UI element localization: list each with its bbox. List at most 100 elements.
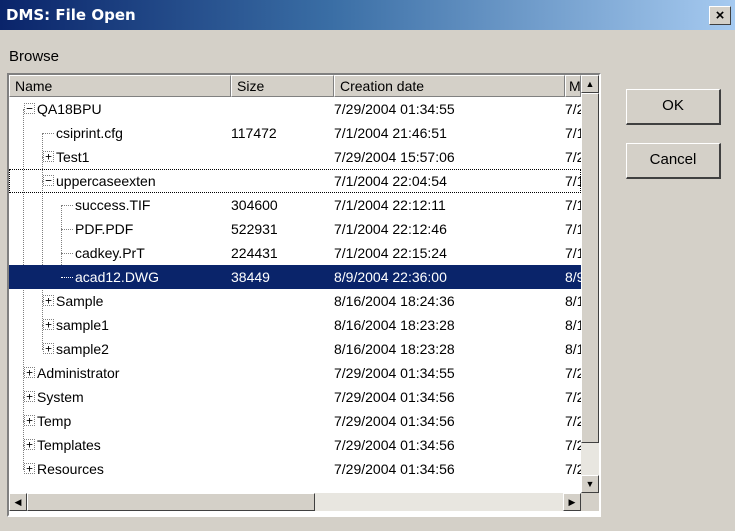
tree-row-date: 7/1/2004 22:15:24 bbox=[334, 245, 447, 261]
tree-row-modified: 7/1 bbox=[565, 245, 581, 261]
column-header-modified[interactable]: Mo bbox=[565, 75, 581, 97]
tree-row[interactable]: +Templates 7/29/2004 01:34:56 7/2 bbox=[9, 433, 581, 457]
expand-icon[interactable]: + bbox=[43, 319, 54, 330]
tree-row[interactable]: +Administrator 7/29/2004 01:34:55 7/2 bbox=[9, 361, 581, 385]
vertical-scrollbar[interactable]: ▲ ▼ bbox=[581, 75, 599, 493]
tree-row-modified: 7/2 bbox=[565, 437, 581, 453]
tree-row-modified: 7/2 bbox=[565, 413, 581, 429]
expand-icon[interactable]: + bbox=[24, 415, 35, 426]
column-header-creation-date[interactable]: Creation date bbox=[334, 75, 565, 97]
expand-icon[interactable]: + bbox=[24, 439, 35, 450]
tree-row-name: success.TIF bbox=[75, 197, 151, 213]
dialog-title: DMS: File Open bbox=[6, 6, 136, 24]
title-bar[interactable]: DMS: File Open × bbox=[0, 0, 735, 30]
tree-row-name: Temp bbox=[37, 413, 72, 429]
vertical-scroll-thumb[interactable] bbox=[581, 93, 599, 443]
tree-row-name: sample2 bbox=[56, 341, 109, 357]
tree-row[interactable]: +sample1 8/16/2004 18:23:28 8/1 bbox=[9, 313, 581, 337]
tree-row[interactable]: acad12.DWG 38449 8/9/2004 22:36:00 8/9 bbox=[9, 265, 581, 289]
tree-row-date: 7/29/2004 01:34:56 bbox=[334, 461, 455, 477]
tree-row-modified: 7/1 bbox=[565, 125, 581, 141]
tree-row[interactable]: csiprint.cfg 117472 7/1/2004 21:46:51 7/1 bbox=[9, 121, 581, 145]
tree-row-date: 7/29/2004 01:34:56 bbox=[334, 437, 455, 453]
expand-icon[interactable]: + bbox=[24, 367, 35, 378]
tree-row-modified: 7/1 bbox=[565, 173, 581, 189]
file-open-dialog: DMS: File Open × Browse Name Size Creati… bbox=[0, 0, 735, 531]
tree-row[interactable]: −uppercaseexten 7/1/2004 22:04:54 7/1 bbox=[9, 169, 581, 193]
tree-row[interactable]: +System 7/29/2004 01:34:56 7/2 bbox=[9, 385, 581, 409]
tree-row-name: Test1 bbox=[56, 149, 90, 165]
expand-icon[interactable]: + bbox=[24, 391, 35, 402]
close-button[interactable]: × bbox=[709, 6, 731, 25]
tree-row-modified: 7/2 bbox=[565, 365, 581, 381]
tree-row-modified: 7/2 bbox=[565, 389, 581, 405]
tree-row[interactable]: +sample2 8/16/2004 18:23:28 8/1 bbox=[9, 337, 581, 361]
tree-row-name: Sample bbox=[56, 293, 104, 309]
scroll-down-button[interactable]: ▼ bbox=[581, 475, 599, 493]
tree-row-date: 8/16/2004 18:24:36 bbox=[334, 293, 455, 309]
tree-row-modified: 8/1 bbox=[565, 341, 581, 357]
tree-connector bbox=[61, 229, 73, 230]
tree-row-date: 8/9/2004 22:36:00 bbox=[334, 269, 447, 285]
expand-icon[interactable]: + bbox=[43, 151, 54, 162]
expand-icon[interactable]: + bbox=[43, 295, 54, 306]
collapse-icon[interactable]: − bbox=[43, 175, 54, 186]
expand-icon[interactable]: + bbox=[24, 463, 35, 474]
tree-row-size: 304600 bbox=[231, 197, 278, 213]
right-arrow-icon: ▶ bbox=[568, 497, 576, 507]
left-arrow-icon: ◀ bbox=[14, 497, 22, 507]
tree-row-modified: 7/2 bbox=[565, 461, 581, 477]
scroll-up-button[interactable]: ▲ bbox=[581, 75, 599, 93]
tree-row[interactable]: +Sample 8/16/2004 18:24:36 8/1 bbox=[9, 289, 581, 313]
tree-row[interactable]: +Test1 7/29/2004 15:57:06 7/2 bbox=[9, 145, 581, 169]
scroll-right-button[interactable]: ▶ bbox=[563, 493, 581, 511]
tree-row-modified: 8/9 bbox=[565, 269, 581, 285]
tree-row-name: csiprint.cfg bbox=[56, 125, 123, 141]
horizontal-scrollbar[interactable]: ◀ ▶ bbox=[9, 493, 581, 511]
file-tree-list[interactable]: Name Size Creation date Mo −QA18BPU7/29/… bbox=[7, 73, 601, 517]
column-header-size[interactable]: Size bbox=[231, 75, 334, 97]
tree-row-name: System bbox=[37, 389, 84, 405]
tree-row[interactable]: success.TIF 304600 7/1/2004 22:12:11 7/1 bbox=[9, 193, 581, 217]
tree-connector bbox=[61, 253, 73, 254]
tree-row-modified: 8/1 bbox=[565, 317, 581, 333]
tree-row-name: uppercaseexten bbox=[56, 173, 156, 189]
tree-row[interactable]: +Temp 7/29/2004 01:34:56 7/2 bbox=[9, 409, 581, 433]
expand-icon[interactable]: + bbox=[43, 343, 54, 354]
tree-row-date: 7/29/2004 01:34:56 bbox=[334, 389, 455, 405]
tree-row-size: 38449 bbox=[231, 269, 270, 285]
tree-row-name: Administrator bbox=[37, 365, 120, 381]
tree-row-modified: 7/1 bbox=[565, 197, 581, 213]
tree-row-date: 8/16/2004 18:23:28 bbox=[334, 341, 455, 357]
tree-connector bbox=[42, 133, 54, 134]
tree-row[interactable]: cadkey.PrT 224431 7/1/2004 22:15:24 7/1 bbox=[9, 241, 581, 265]
tree-row-modified: 7/2 bbox=[565, 101, 581, 117]
horizontal-scroll-thumb[interactable] bbox=[27, 493, 315, 511]
tree-row-date: 7/29/2004 01:34:56 bbox=[334, 413, 455, 429]
down-arrow-icon: ▼ bbox=[585, 479, 595, 489]
browse-label: Browse bbox=[9, 48, 60, 65]
tree-row-name: sample1 bbox=[56, 317, 109, 333]
tree-row-name: Resources bbox=[37, 461, 104, 477]
tree-row-date: 7/29/2004 15:57:06 bbox=[334, 149, 455, 165]
tree-row[interactable]: PDF.PDF 522931 7/1/2004 22:12:46 7/1 bbox=[9, 217, 581, 241]
tree-rows: −QA18BPU7/29/2004 01:34:557/2csiprint.cf… bbox=[9, 97, 581, 493]
tree-row-name: Templates bbox=[37, 437, 101, 453]
column-header-name[interactable]: Name bbox=[9, 75, 231, 97]
tree-row[interactable]: +Resources 7/29/2004 01:34:56 7/2 bbox=[9, 457, 581, 481]
tree-row-date: 7/29/2004 01:34:55 bbox=[334, 101, 455, 117]
tree-row-name: QA18BPU bbox=[37, 101, 102, 117]
tree-row-modified: 7/1 bbox=[565, 221, 581, 237]
collapse-icon[interactable]: − bbox=[24, 103, 35, 114]
tree-row-name: cadkey.PrT bbox=[75, 245, 145, 261]
tree-row-size: 224431 bbox=[231, 245, 278, 261]
ok-button[interactable]: OK bbox=[626, 89, 721, 125]
scroll-left-button[interactable]: ◀ bbox=[9, 493, 27, 511]
tree-row[interactable]: −QA18BPU 7/29/2004 01:34:55 7/2 bbox=[9, 97, 581, 121]
tree-row-modified: 7/2 bbox=[565, 149, 581, 165]
scrollbar-corner bbox=[581, 493, 599, 511]
tree-row-name: acad12.DWG bbox=[75, 269, 160, 285]
tree-row-date: 8/16/2004 18:23:28 bbox=[334, 317, 455, 333]
cancel-button[interactable]: Cancel bbox=[626, 143, 721, 179]
tree-row-date: 7/1/2004 22:12:46 bbox=[334, 221, 447, 237]
